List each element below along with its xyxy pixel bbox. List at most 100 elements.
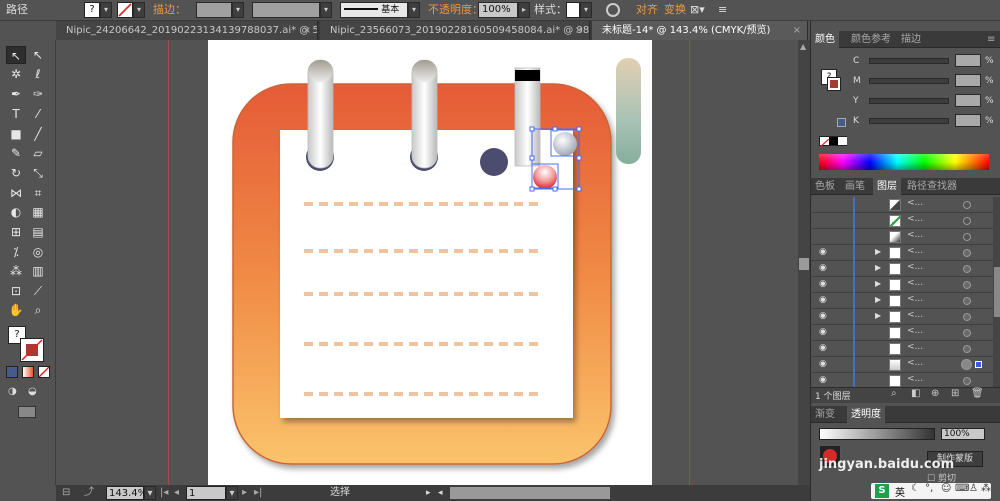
new-sublayer-icon[interactable]: ⊕	[931, 388, 939, 399]
tab-transparency[interactable]: 透明度	[847, 406, 885, 423]
transparency-opacity-field[interactable]: 100%	[941, 428, 985, 440]
rotate-tool[interactable]: ↻	[6, 164, 26, 182]
color-stroke-box[interactable]	[827, 77, 841, 91]
color-mode-button[interactable]	[6, 366, 18, 378]
free-transform-tool[interactable]: ⌗	[28, 184, 48, 202]
scroll-up-icon[interactable]: ▲	[800, 42, 806, 51]
rectangle-tool[interactable]: ■	[6, 125, 26, 143]
artboard-tool[interactable]: ⊡	[6, 282, 26, 300]
last-artboard-icon[interactable]: ▸|	[254, 486, 262, 500]
layer-row[interactable]: ◉ ▶ <...	[811, 261, 993, 277]
layer-row[interactable]: ◉ ▶ <...	[811, 293, 993, 309]
panel-menu-icon[interactable]: ≡	[983, 31, 999, 48]
mesh-tool[interactable]: ⊞	[6, 223, 26, 241]
tab-pathfinder[interactable]: 路径查找器	[903, 178, 961, 195]
layer-row[interactable]: ◉ ▶ <...	[811, 245, 993, 261]
paintbrush-tool[interactable]: ╱	[28, 125, 48, 143]
magic-wand-tool[interactable]: ✲	[6, 65, 26, 83]
style-dropdown[interactable]: ▾	[580, 2, 592, 18]
cyan-slider[interactable]: C%	[851, 54, 1000, 68]
tab-layers[interactable]: 图层	[873, 178, 901, 195]
align-link[interactable]: 对齐	[636, 2, 658, 18]
blend-tool[interactable]: ◎	[28, 243, 48, 261]
opacity-field[interactable]: 100%	[478, 2, 518, 18]
vertical-scrollbar[interactable]: ▲	[798, 40, 810, 485]
isolate-icon[interactable]: ⊠▾	[690, 2, 705, 18]
fill-dropdown[interactable]: ▾	[100, 2, 112, 18]
black-value-field[interactable]	[955, 114, 981, 127]
transform-link[interactable]: 变换	[664, 2, 686, 18]
black-slider[interactable]: K%	[851, 114, 1000, 128]
tab-gradient[interactable]: 渐变	[811, 406, 839, 423]
stroke-weight-dropdown[interactable]: ▾	[232, 2, 244, 18]
pencil-tool[interactable]: ✎	[6, 144, 26, 162]
next-artboard-icon[interactable]: ▸	[242, 486, 247, 500]
pen-tool[interactable]: ✒	[6, 85, 26, 103]
lasso-tool[interactable]: ℓ	[28, 65, 48, 83]
vertical-scroll-thumb[interactable]	[799, 258, 809, 270]
canvas[interactable]	[56, 40, 798, 485]
clipping-mask-icon[interactable]: ◧	[911, 388, 920, 399]
screen-mode-button[interactable]	[18, 406, 36, 418]
zoom-dropdown[interactable]: ▾	[144, 486, 156, 500]
artboard[interactable]	[208, 40, 652, 485]
layer-row[interactable]: <...	[811, 213, 993, 229]
gradient-mode-button[interactable]	[22, 366, 34, 378]
black-swatch[interactable]	[829, 137, 838, 145]
style-swatch[interactable]	[566, 2, 580, 18]
horizontal-scroll-thumb[interactable]	[450, 487, 610, 499]
tab-color-guide[interactable]: 颜色参考	[847, 31, 895, 48]
tab-color[interactable]: 颜色	[811, 31, 839, 48]
scale-tool[interactable]: ⤡	[28, 164, 48, 182]
yellow-value-field[interactable]	[955, 94, 981, 107]
color-spectrum[interactable]	[819, 154, 989, 170]
tab-document-1[interactable]: Nipic_24206642_20190223134139788037.ai* …	[56, 21, 318, 40]
layers-scroll-thumb[interactable]	[994, 267, 1000, 317]
none-swatch[interactable]	[819, 137, 830, 148]
eyedropper-tool[interactable]: ⁒	[6, 243, 26, 261]
zoom-field[interactable]: 143.4%	[106, 486, 147, 500]
curvature-tool[interactable]: ✑	[28, 85, 48, 103]
stroke-weight-field[interactable]	[196, 2, 232, 18]
slice-tool[interactable]: ⟋	[28, 282, 48, 300]
recolor-icon[interactable]	[606, 3, 620, 17]
first-artboard-icon[interactable]: |◂	[160, 486, 168, 500]
ime-language-label[interactable]: 英	[895, 484, 905, 499]
opacity-dropdown[interactable]: ▸	[518, 2, 530, 18]
layer-row[interactable]: ◉ ▶ <...	[811, 277, 993, 293]
tab-swatches[interactable]: 色板	[811, 178, 839, 195]
locate-object-icon[interactable]: ⌕	[891, 388, 897, 399]
scroll-left-icon[interactable]: ◂	[438, 486, 443, 500]
hand-tool[interactable]: ✋	[6, 301, 26, 319]
gradient-tool[interactable]: ▤	[28, 223, 48, 241]
white-swatch[interactable]	[838, 137, 847, 145]
direct-selection-tool[interactable]: ↖	[28, 46, 48, 64]
delete-layer-icon[interactable]: 🗑	[971, 388, 984, 399]
stroke-swatch[interactable]	[117, 2, 133, 18]
tab-brushes[interactable]: 画笔	[841, 178, 869, 195]
stroke-label[interactable]: 描边：	[153, 2, 186, 18]
layer-row[interactable]: <...	[811, 229, 993, 245]
variable-width-field[interactable]	[252, 2, 320, 18]
brush-profile-dropdown[interactable]: ▾	[408, 2, 420, 18]
width-tool[interactable]: ⋈	[6, 184, 26, 202]
brush-profile-field[interactable]: 基本	[340, 2, 408, 18]
magenta-value-field[interactable]	[955, 74, 981, 87]
layer-row[interactable]: ◉ ▶ <...	[811, 309, 993, 325]
emoji-icon[interactable]: ☺	[941, 483, 951, 494]
blend-mode-field[interactable]	[819, 428, 935, 440]
artboard-nav-icon[interactable]: ⊟	[62, 486, 70, 500]
sogou-logo-icon[interactable]: S	[875, 484, 889, 498]
panel-menu-icon[interactable]: ≡	[718, 2, 727, 18]
user-icon[interactable]: ♙	[969, 483, 978, 494]
none-mode-button[interactable]	[38, 366, 50, 378]
layer-row[interactable]: ◉ <...	[811, 357, 993, 373]
prev-artboard-icon[interactable]: ◂	[174, 486, 179, 500]
line-tool[interactable]: ⁄	[28, 105, 48, 123]
stroke-swatch-dropdown[interactable]: ▾	[133, 2, 145, 18]
layer-row[interactable]: <...	[811, 197, 993, 213]
new-layer-icon[interactable]: ⊞	[951, 388, 959, 399]
magenta-slider[interactable]: M%	[851, 74, 1000, 88]
type-tool[interactable]: T	[6, 105, 26, 123]
layer-row[interactable]: ◉ <...	[811, 341, 993, 357]
